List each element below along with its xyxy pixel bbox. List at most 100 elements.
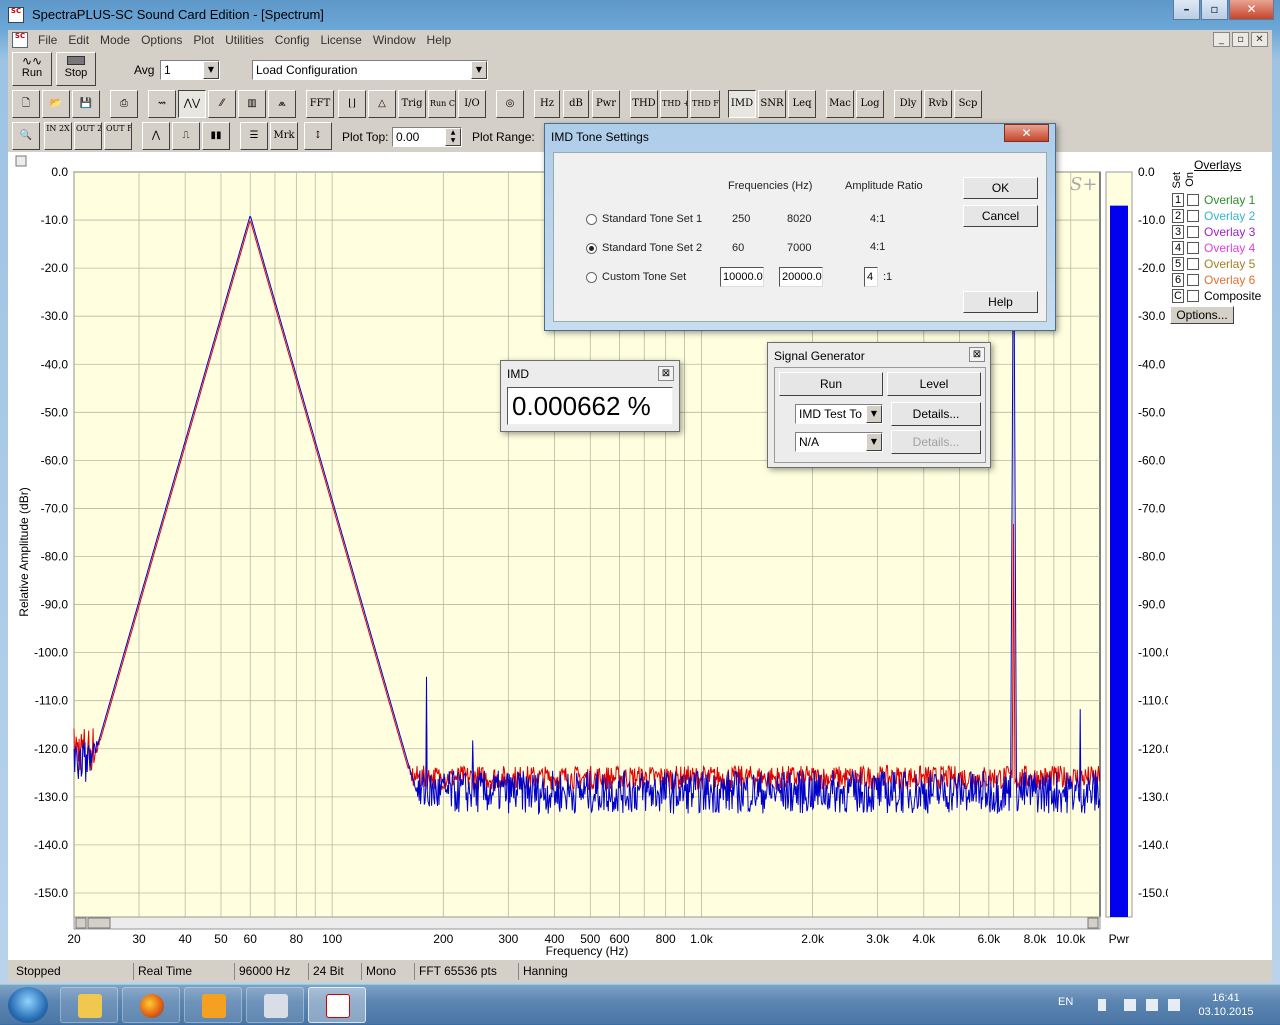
menu-file[interactable]: File: [38, 33, 57, 47]
overlay-set-number[interactable]: 4: [1172, 241, 1184, 255]
scroll-thumb[interactable]: [87, 917, 111, 929]
overlay-checkbox[interactable]: [1187, 242, 1199, 254]
start-button[interactable]: [8, 987, 48, 1023]
menu-config[interactable]: Config: [275, 33, 310, 47]
save-icon[interactable]: 💾: [72, 90, 100, 118]
bars-icon[interactable]: ▮▮: [202, 122, 230, 150]
fft-size-icon[interactable]: ⌊⌋: [338, 90, 366, 118]
overlay-row[interactable]: 6 Overlay 6: [1172, 272, 1255, 288]
mdi-restore-icon[interactable]: ▫: [1232, 32, 1249, 47]
custom-f1-input[interactable]: 10000.0: [720, 267, 764, 287]
generator-run-button[interactable]: Run: [779, 372, 883, 396]
overlay-checkbox[interactable]: [1187, 210, 1199, 222]
thd-freq-button[interactable]: THD Freq: [690, 90, 720, 118]
db-button[interactable]: dB: [563, 90, 589, 118]
collapse-icon[interactable]: [15, 155, 27, 167]
time-series-icon[interactable]: ⇝: [148, 90, 176, 118]
clock[interactable]: 16:41 03.10.2015: [1190, 991, 1262, 1019]
menu-options[interactable]: Options: [141, 33, 182, 47]
overlay-row[interactable]: 5 Overlay 5: [1172, 256, 1255, 272]
dly-button[interactable]: Dly: [894, 90, 922, 118]
spectrogram-icon[interactable]: ▥: [238, 90, 266, 118]
magnifier-icon[interactable]: 🔍: [12, 122, 40, 150]
zoom-in-button[interactable]: IN 2X: [44, 122, 72, 150]
ok-button[interactable]: OK: [963, 177, 1038, 199]
configuration-select[interactable]: Load Configuration ▼: [252, 60, 488, 80]
scroll-right-icon[interactable]: [1087, 917, 1099, 929]
close-button[interactable]: ✕: [1229, 0, 1274, 20]
stop-button[interactable]: Stop: [56, 52, 96, 86]
overlay-row[interactable]: 4 Overlay 4: [1172, 240, 1255, 256]
chevron-down-icon[interactable]: ▼: [866, 433, 882, 451]
taskbar-firefox[interactable]: [122, 987, 180, 1023]
overlay-checkbox[interactable]: [1187, 258, 1199, 270]
flag-icon[interactable]: [1124, 999, 1136, 1011]
details-button[interactable]: Details...: [891, 402, 981, 426]
3d-surface-icon[interactable]: ⩕: [268, 90, 296, 118]
zoom-out-button[interactable]: OUT 2X: [74, 122, 102, 150]
overlay-set-number[interactable]: C: [1172, 289, 1184, 303]
new-file-icon[interactable]: 🗋: [12, 90, 40, 118]
signal-generator-icon[interactable]: ◎: [496, 90, 524, 118]
custom-f2-input[interactable]: 20000.0: [779, 267, 823, 287]
second-signal-select[interactable]: N/A ▼: [795, 432, 883, 452]
document-icon[interactable]: SC: [12, 32, 28, 48]
menu-license[interactable]: License: [320, 33, 361, 47]
minimize-button[interactable]: –: [1173, 0, 1200, 20]
overlay-set-number[interactable]: 6: [1172, 273, 1184, 287]
trigger-button[interactable]: Trig: [398, 90, 426, 118]
overlay-set-number[interactable]: 3: [1172, 225, 1184, 239]
overlay-row[interactable]: 1 Overlay 1: [1172, 192, 1255, 208]
close-icon[interactable]: ✕: [1004, 124, 1049, 142]
scale-icon[interactable]: ↕: [304, 122, 332, 150]
cancel-button[interactable]: Cancel: [963, 205, 1038, 227]
taskbar-calculator[interactable]: [246, 987, 304, 1023]
overlay-row[interactable]: 3 Overlay 3: [1172, 224, 1255, 240]
tray-arrow-icon[interactable]: [1098, 999, 1106, 1011]
menu-utilities[interactable]: Utilities: [225, 33, 264, 47]
help-button[interactable]: Help: [963, 291, 1038, 313]
tone-set-1-radio[interactable]: [586, 214, 597, 225]
overlay-set-number[interactable]: 5: [1172, 257, 1184, 271]
hz-button[interactable]: Hz: [534, 90, 560, 118]
list-icon[interactable]: ☰: [240, 122, 268, 150]
mdi-minimize-icon[interactable]: _: [1213, 32, 1230, 47]
overlay-checkbox[interactable]: [1187, 290, 1199, 302]
tone-set-2-radio[interactable]: [586, 243, 597, 254]
fft-button[interactable]: FFT: [306, 90, 334, 118]
overlay-options-button[interactable]: Options...: [1170, 306, 1234, 324]
io-button[interactable]: I/O: [458, 90, 486, 118]
overlay-row[interactable]: C Composite: [1172, 288, 1261, 304]
overlay-row[interactable]: 2 Overlay 2: [1172, 208, 1255, 224]
chevron-down-icon[interactable]: ▼: [471, 61, 487, 79]
imd-button[interactable]: IMD: [728, 90, 756, 118]
overlay-checkbox[interactable]: [1187, 194, 1199, 206]
network-icon[interactable]: [1146, 999, 1158, 1011]
custom-tone-radio[interactable]: [586, 272, 597, 283]
taskbar-app-3[interactable]: [184, 987, 242, 1023]
octave-icon[interactable]: ⎍: [172, 122, 200, 150]
phase-icon[interactable]: ⁄⁄: [208, 90, 236, 118]
plot-top-input[interactable]: 0.00 ▲ ▼: [392, 127, 462, 147]
menu-edit[interactable]: Edit: [68, 33, 89, 47]
generator-level-button[interactable]: Level: [887, 372, 981, 396]
thdn-button[interactable]: THD +N: [660, 90, 688, 118]
pwr-button[interactable]: Pwr: [592, 90, 620, 118]
menu-help[interactable]: Help: [427, 33, 452, 47]
leq-button[interactable]: Leq: [788, 90, 816, 118]
avg-select[interactable]: 1 ▼: [160, 60, 220, 80]
horizontal-scrollbar[interactable]: [73, 916, 1101, 930]
close-icon[interactable]: ⊠: [969, 347, 985, 362]
overlay-set-number[interactable]: 1: [1172, 193, 1184, 207]
run-button[interactable]: ∿∿ Run: [12, 52, 52, 86]
marker-button[interactable]: Mrk: [270, 122, 298, 150]
weighting-icon[interactable]: △: [368, 90, 396, 118]
signal-type-select[interactable]: IMD Test To ▼: [795, 404, 883, 424]
open-folder-icon[interactable]: 📂: [42, 90, 70, 118]
run-ctrl-button[interactable]: Run Ctrl: [428, 90, 456, 118]
menu-plot[interactable]: Plot: [193, 33, 214, 47]
close-icon[interactable]: ⊠: [658, 366, 674, 381]
taskbar-explorer[interactable]: [60, 987, 118, 1023]
menu-window[interactable]: Window: [373, 33, 416, 47]
log-button[interactable]: Log: [856, 90, 884, 118]
